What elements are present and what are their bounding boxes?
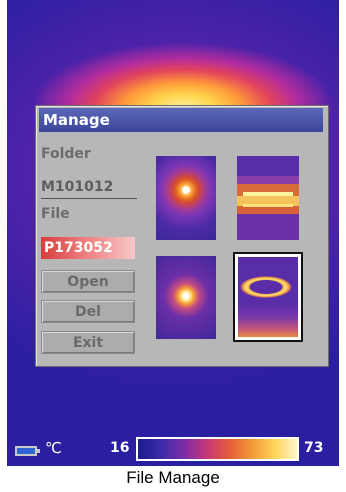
folder-label: Folder xyxy=(41,146,91,162)
battery-icon xyxy=(15,446,40,456)
thumbnail-3[interactable] xyxy=(156,256,216,339)
dialog-title: Manage xyxy=(39,108,323,132)
temperature-max: 73 xyxy=(304,440,324,456)
thumbnail-2-highlight xyxy=(243,192,293,196)
thermal-camera-screen: Manage Folder M101012 File P173052 Open … xyxy=(7,0,339,466)
thumbnail-2-highlight xyxy=(243,204,293,207)
manage-dialog: Manage Folder M101012 File P173052 Open … xyxy=(35,105,329,367)
file-label: File xyxy=(41,206,70,222)
temperature-unit: ℃ xyxy=(45,439,62,457)
open-button[interactable]: Open xyxy=(41,270,135,293)
thumbnail-2[interactable] xyxy=(237,156,299,240)
figure-caption: File Manage xyxy=(126,468,220,487)
thumbnail-4-selected[interactable] xyxy=(233,252,303,342)
file-field[interactable]: P173052 xyxy=(41,237,135,259)
delete-button[interactable]: Del xyxy=(41,300,135,323)
thumbnail-4-image xyxy=(238,257,298,337)
thumbnail-1[interactable] xyxy=(156,156,216,240)
temperature-min: 16 xyxy=(110,440,130,456)
exit-button[interactable]: Exit xyxy=(41,331,135,354)
color-palette-bar xyxy=(136,437,299,461)
folder-field[interactable]: M101012 xyxy=(41,176,137,199)
status-bar: ℃ 16 73 xyxy=(7,437,339,462)
